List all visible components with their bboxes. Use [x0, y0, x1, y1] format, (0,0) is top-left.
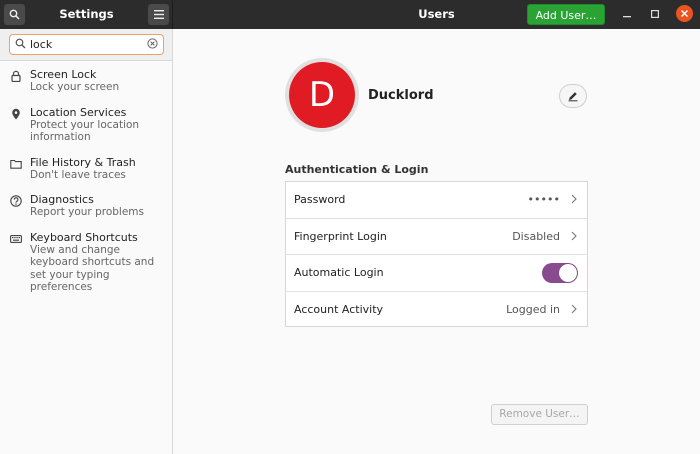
users-panel: D Ducklord Authentication & Login Passwo… [173, 29, 700, 454]
result-title: Location Services [30, 105, 127, 119]
chevron-right-icon [571, 304, 577, 313]
maximize-icon [651, 10, 659, 18]
search-results: Screen Lock Lock your screen Location Se… [0, 62, 172, 300]
result-keyboard-shortcuts[interactable]: Keyboard Shortcuts View and change keybo… [0, 225, 172, 300]
result-file-history-trash[interactable]: File History & Trash Don't leave traces [0, 150, 172, 188]
hamburger-icon [153, 10, 164, 19]
row-label: Automatic Login [294, 266, 384, 279]
close-button[interactable] [676, 5, 693, 22]
keyboard-icon [10, 234, 22, 243]
search-bar [0, 29, 172, 61]
username[interactable]: Ducklord [368, 88, 434, 103]
result-subtitle: Protect your location information [30, 118, 140, 144]
header-bar: Settings Users Add User… [0, 0, 700, 29]
remove-user-button[interactable]: Remove User… [491, 404, 588, 425]
location-pin-icon [12, 108, 20, 119]
row-password[interactable]: Password ••••• [286, 182, 587, 219]
result-subtitle: Report your problems [30, 206, 145, 218]
lock-icon [11, 70, 21, 82]
row-value: Logged in [506, 302, 560, 316]
chevron-right-icon [571, 194, 577, 204]
search-icon [15, 38, 26, 49]
minimize-button[interactable] [619, 6, 635, 22]
automatic-login-toggle[interactable] [542, 263, 578, 283]
row-label: Fingerprint Login [294, 229, 387, 243]
row-value: ••••• [527, 193, 560, 206]
row-value: Disabled [512, 229, 560, 243]
maximize-button[interactable] [647, 6, 663, 22]
search-entry[interactable] [9, 34, 164, 55]
clear-search-icon[interactable] [147, 38, 158, 49]
close-icon [681, 10, 688, 17]
result-title: Screen Lock [30, 68, 97, 81]
folder-icon [10, 159, 22, 169]
pencil-icon [568, 92, 578, 102]
question-icon [10, 195, 22, 207]
sidebar-header: Settings [0, 0, 173, 29]
chevron-right-icon [571, 231, 577, 240]
auth-list: Password ••••• Fingerprint Login Disable… [285, 181, 588, 327]
minimize-icon [623, 16, 631, 18]
sidebar: Screen Lock Lock your screen Location Se… [0, 29, 173, 454]
row-account-activity[interactable]: Account Activity Logged in [286, 292, 587, 329]
result-title: File History & Trash [30, 155, 136, 169]
auth-section-title: Authentication & Login [285, 163, 429, 176]
toggle-knob [559, 264, 577, 282]
result-subtitle: Lock your screen [30, 81, 120, 93]
avatar-letter: D [289, 62, 355, 128]
row-label: Account Activity [294, 302, 384, 316]
result-screen-lock[interactable]: Screen Lock Lock your screen [0, 62, 172, 100]
add-user-button[interactable]: Add User… [527, 4, 605, 25]
result-title: Keyboard Shortcuts [30, 230, 138, 244]
avatar[interactable]: D [285, 58, 359, 132]
row-fingerprint-login[interactable]: Fingerprint Login Disabled [286, 219, 587, 255]
main-menu-button[interactable] [148, 4, 169, 25]
settings-window: Settings Users Add User… lock Screen Loc… [0, 0, 700, 454]
result-diagnostics[interactable]: Diagnostics Report your problems [0, 187, 172, 225]
search-input[interactable] [30, 36, 140, 52]
result-subtitle: View and change keyboard shortcuts and s… [30, 243, 155, 294]
row-label: Password [294, 193, 346, 206]
result-subtitle: Don't leave traces [30, 168, 126, 181]
edit-name-button[interactable] [559, 84, 587, 108]
row-automatic-login: Automatic Login [286, 255, 587, 292]
result-title: Diagnostics [30, 193, 94, 206]
result-location-services[interactable]: Location Services Protect your location … [0, 100, 172, 150]
